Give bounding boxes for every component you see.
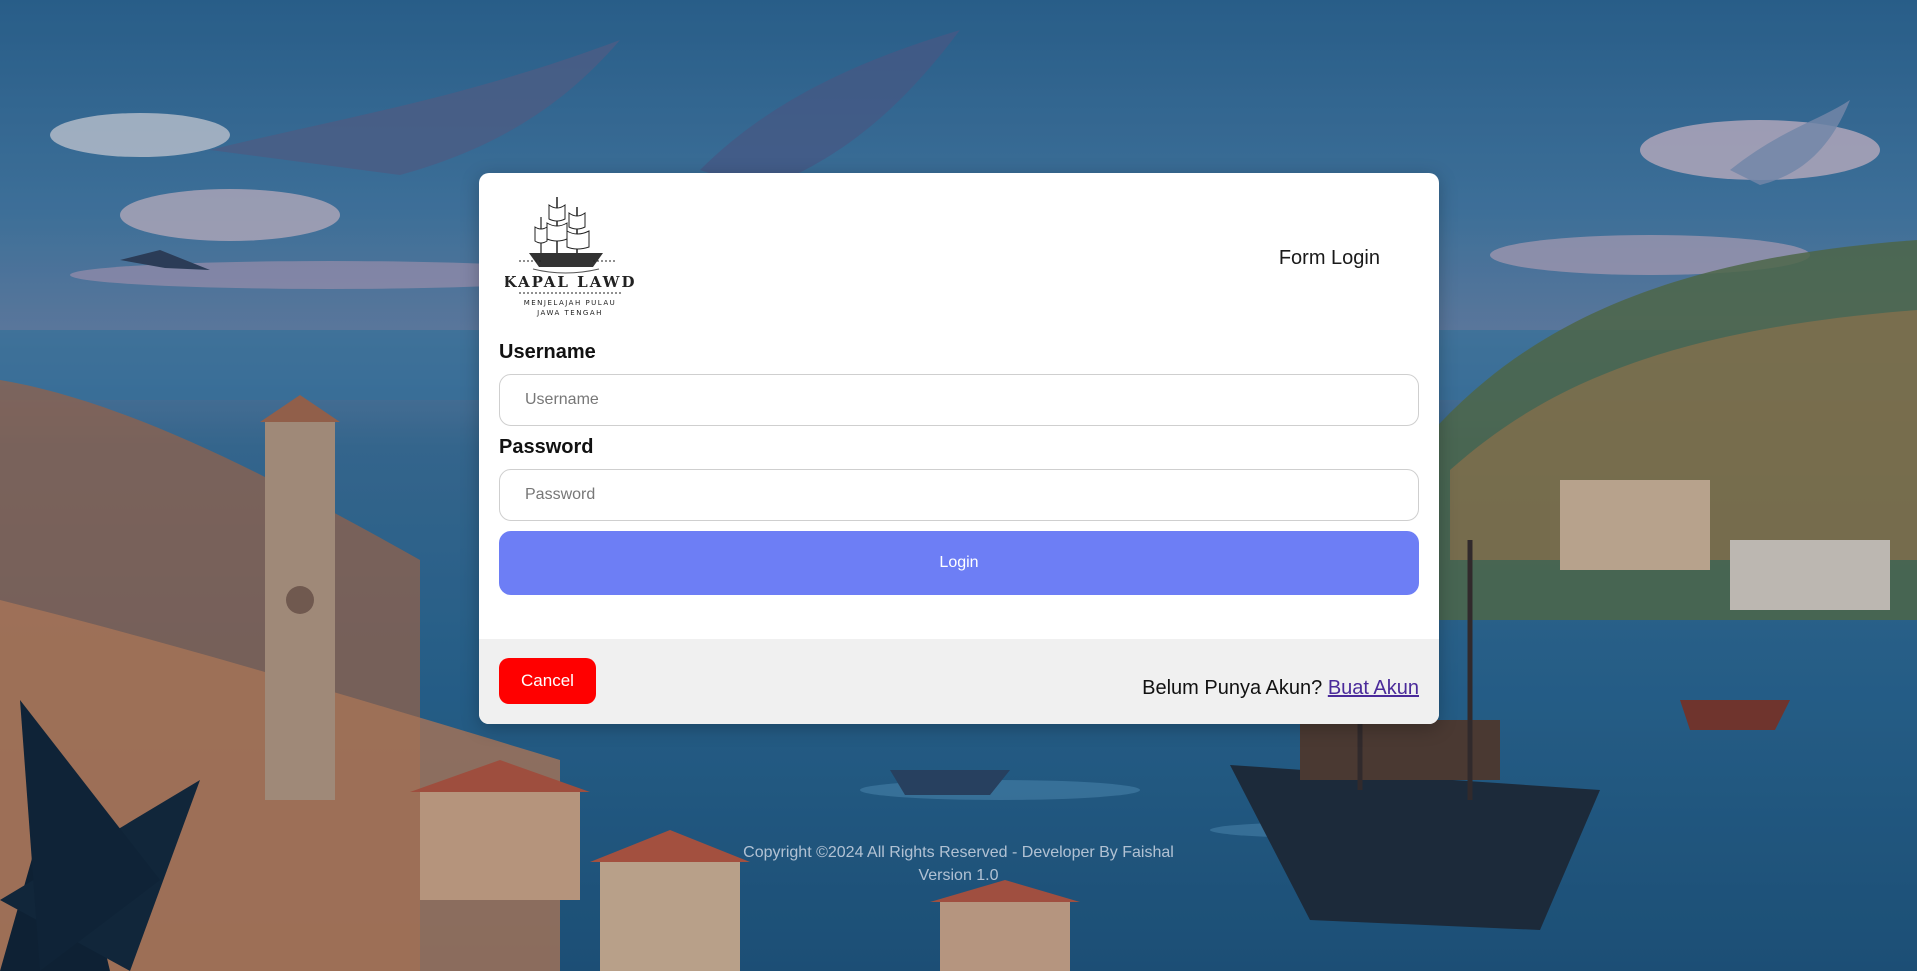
- version-text: Version 1.0: [918, 867, 999, 884]
- password-input[interactable]: [499, 469, 1419, 521]
- copyright-text: Copyright ©2024 All Rights Reserved - De…: [743, 844, 1174, 861]
- sailing-ship-icon: KAPAL LAWD MENJELAJAH PULAU JAWA TENGAH: [504, 197, 635, 317]
- username-label: Username: [499, 341, 596, 363]
- signup-prompt-line: Belum Punya Akun? Buat Akun: [1142, 677, 1419, 700]
- username-input[interactable]: [499, 374, 1419, 426]
- login-card: KAPAL LAWD MENJELAJAH PULAU JAWA TENGAH …: [479, 173, 1439, 724]
- logo-tagline-line2: JAWA TENGAH: [536, 309, 603, 317]
- form-title: Form Login: [1278, 247, 1380, 269]
- page-footer: Copyright ©2024 All Rights Reserved - De…: [0, 841, 1917, 887]
- logo-name: KAPAL LAWD: [505, 273, 635, 291]
- card-footer: Cancel Belum Punya Akun? Buat Akun: [479, 639, 1439, 724]
- cancel-button[interactable]: Cancel: [499, 658, 596, 704]
- login-button[interactable]: Login: [499, 531, 1419, 595]
- create-account-link[interactable]: Buat Akun: [1328, 677, 1419, 699]
- card-header: KAPAL LAWD MENJELAJAH PULAU JAWA TENGAH …: [479, 173, 1439, 333]
- password-label: Password: [499, 436, 594, 458]
- signup-prompt-text: Belum Punya Akun?: [1142, 677, 1328, 699]
- logo-tagline-line1: MENJELAJAH PULAU: [524, 299, 617, 307]
- kapal-lawd-logo: KAPAL LAWD MENJELAJAH PULAU JAWA TENGAH: [504, 187, 635, 321]
